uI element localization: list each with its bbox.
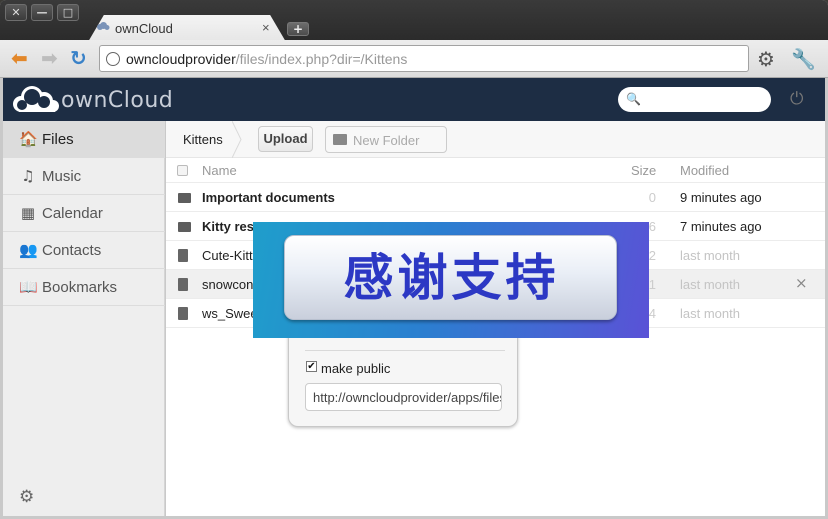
- sidebar-item-files[interactable]: 🏠 Files: [3, 121, 165, 158]
- maximize-window-button[interactable]: □: [57, 4, 79, 21]
- tab-close-icon[interactable]: ×: [262, 20, 270, 35]
- sidebar-item-calendar[interactable]: ▦ Calendar: [3, 195, 165, 232]
- back-arrow-icon[interactable]: ⬅: [11, 48, 28, 68]
- file-modified: 9 minutes ago: [680, 190, 762, 205]
- folder-icon: [333, 134, 347, 145]
- browser-toolbar: ⬅ ➡ ↻ owncloudprovider/files/index.php?d…: [0, 40, 828, 78]
- file-icon: [178, 307, 188, 320]
- contacts-icon: 👥: [19, 241, 38, 259]
- make-public-label[interactable]: make public: [321, 361, 390, 376]
- settings-gear-icon[interactable]: ⚙: [19, 487, 34, 507]
- make-public-checkbox[interactable]: ✔: [306, 361, 317, 372]
- tab-title: ownCloud: [115, 21, 173, 36]
- home-icon: 🏠: [19, 130, 38, 148]
- browser-window: ✕ — □ ownCloud × + ⬅ ➡ ↻ owncloudprovide…: [0, 0, 828, 519]
- owncloud-header: ownCloud 🔍 ⏻: [3, 78, 825, 121]
- table-row[interactable]: Important documents 0 9 minutes ago: [166, 183, 825, 212]
- sidebar-item-music[interactable]: ♫ Music: [3, 158, 165, 195]
- share-dropdown: ✔ make public http://owncloudprovider/ap…: [288, 330, 518, 427]
- sidebar-item-label: Music: [42, 168, 82, 185]
- address-url[interactable]: owncloudprovider/files/index.php?dir=/Ki…: [126, 51, 407, 67]
- search-icon: 🔍: [626, 92, 641, 106]
- new-folder-button[interactable]: New Folder: [325, 126, 447, 153]
- select-all-checkbox[interactable]: [177, 165, 188, 176]
- breadcrumb-separator-icon: [232, 121, 242, 158]
- owncloud-favicon-icon: [97, 22, 110, 30]
- folder-icon: [178, 193, 191, 203]
- sidebar-item-contacts[interactable]: 👥 Contacts: [3, 232, 165, 269]
- owncloud-logo-icon[interactable]: [11, 84, 61, 114]
- sidebar-item-label: Bookmarks: [42, 279, 118, 296]
- address-bar[interactable]: owncloudprovider/files/index.php?dir=/Ki…: [99, 45, 749, 72]
- reload-icon[interactable]: ↻: [70, 48, 87, 68]
- file-modified: last month: [680, 306, 740, 321]
- folder-icon: [178, 222, 191, 232]
- column-modified-header[interactable]: Modified: [680, 163, 729, 178]
- minimize-window-button[interactable]: —: [31, 4, 53, 21]
- url-path: /files/index.php?dir=/Kittens: [235, 51, 408, 67]
- url-host: owncloudprovider: [126, 51, 236, 67]
- file-modified: last month: [680, 277, 740, 292]
- file-name[interactable]: Kitty res: [202, 219, 254, 234]
- upload-button[interactable]: Upload: [258, 126, 313, 152]
- file-icon: [178, 249, 188, 262]
- new-folder-label: New Folder: [353, 133, 420, 148]
- column-name-header[interactable]: Name: [202, 163, 237, 178]
- globe-icon: [106, 52, 120, 66]
- close-window-button[interactable]: ✕: [5, 4, 27, 21]
- extension-gear-icon[interactable]: ⚙: [757, 49, 775, 69]
- tab-strip: ✕ — □ ownCloud × +: [0, 0, 828, 42]
- book-icon: 📖: [19, 278, 38, 296]
- files-controls: Kittens Upload New Folder: [166, 121, 825, 158]
- sidebar-nav: 🏠 Files ♫ Music ▦ Calendar 👥 Contacts 📖 …: [3, 121, 165, 516]
- sidebar-item-label: Contacts: [42, 242, 102, 259]
- banner-panel: 感谢支持: [284, 235, 617, 320]
- file-size: 0: [648, 190, 656, 205]
- file-modified: last month: [680, 248, 740, 263]
- overlay-banner: 感谢支持: [253, 222, 649, 338]
- new-tab-button[interactable]: +: [287, 22, 309, 36]
- wrench-menu-icon[interactable]: 🔧: [791, 49, 816, 69]
- column-size-header[interactable]: Size: [631, 163, 656, 178]
- banner-text: 感谢支持: [343, 249, 560, 307]
- breadcrumb[interactable]: Kittens: [183, 132, 223, 147]
- sidebar-item-label: Files: [42, 131, 74, 148]
- file-table-header: Name Size Modified: [166, 158, 825, 183]
- public-link-field[interactable]: http://owncloudprovider/apps/files_shari…: [305, 383, 502, 411]
- file-name[interactable]: Important documents: [202, 190, 335, 205]
- forward-arrow-icon[interactable]: ➡: [41, 48, 58, 68]
- file-name[interactable]: Cute-Kitt: [202, 248, 253, 263]
- divider: [305, 350, 505, 351]
- file-name[interactable]: snowcone: [202, 277, 261, 292]
- sidebar-item-label: Calendar: [42, 205, 103, 222]
- file-icon: [178, 278, 188, 291]
- unshare-close-icon[interactable]: ×: [795, 274, 808, 292]
- file-modified: 7 minutes ago: [680, 219, 762, 234]
- sidebar-item-bookmarks[interactable]: 📖 Bookmarks: [3, 269, 165, 306]
- music-note-icon: ♫: [21, 167, 35, 185]
- owncloud-logo-text: ownCloud: [61, 88, 174, 113]
- logout-power-icon[interactable]: ⏻: [790, 89, 803, 109]
- calendar-icon: ▦: [20, 204, 36, 222]
- file-name[interactable]: ws_Swee: [202, 306, 258, 321]
